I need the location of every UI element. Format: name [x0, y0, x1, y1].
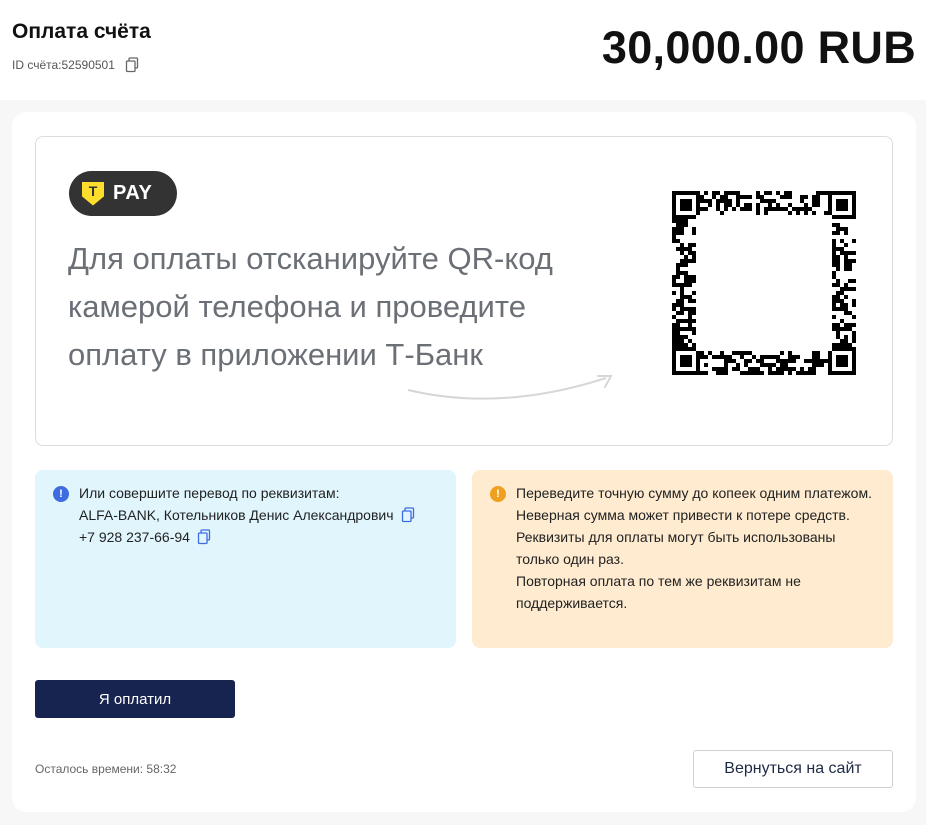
back-to-site-button[interactable]: Вернуться на сайт — [693, 750, 893, 788]
warning-line-no-repeat: Повторная оплата по тем же реквизитам не… — [516, 573, 801, 611]
paid-button[interactable]: Я оплатил — [35, 680, 235, 718]
copy-icon[interactable] — [125, 57, 139, 73]
arrow-right-curved-icon — [407, 375, 613, 400]
details-phone-row: +7 928 237-66-94 — [79, 526, 440, 548]
qr-instruction: Для оплаты отсканируйте QR-код камерой т… — [68, 241, 553, 372]
invoice-id-label: ID счёта: — [12, 58, 62, 72]
info-icon: ! — [53, 486, 69, 502]
bank-details-text: Или совершите перевод по реквизитам: ALF… — [79, 482, 440, 548]
details-phone: +7 928 237-66-94 — [79, 529, 190, 545]
details-recipient-row: ALFA-BANK, Котельников Денис Александров… — [79, 504, 440, 526]
bank-details-box: ! Или совершите перевод по реквизитам: A… — [35, 470, 456, 648]
copy-icon[interactable] — [197, 529, 211, 545]
invoice-id-row: ID счёта: 52590501 — [12, 57, 139, 73]
payment-amount: 30,000.00 RUB — [601, 22, 916, 73]
time-remaining: Осталось времени: 58:32 — [35, 762, 176, 776]
warning-line-single-use: Реквизиты для оплаты могут быть использо… — [516, 529, 836, 567]
warning-icon: ! — [490, 486, 506, 502]
tpay-logo: Т PAY — [69, 171, 177, 216]
warning-line-loss: Неверная сумма может привести к потере с… — [516, 507, 850, 523]
warning-text: Переведите точную сумму до копеек одним … — [516, 482, 877, 614]
qr-code — [672, 191, 856, 375]
qr-panel: Т PAY Для оплаты отсканируйте QR-код кам… — [35, 136, 893, 446]
warning-box: ! Переведите точную сумму до копеек одни… — [472, 470, 893, 648]
tpay-text: PAY — [113, 182, 153, 204]
page-header: Оплата счёта ID счёта: 52590501 30,000.0… — [0, 0, 926, 100]
tpay-letter: Т — [88, 182, 98, 199]
warning-line-exact-amount: Переведите точную сумму до копеек одним … — [516, 485, 872, 501]
page-title: Оплата счёта — [12, 20, 151, 43]
details-recipient: ALFA-BANK, Котельников Денис Александров… — [79, 507, 394, 523]
invoice-id-value: 52590501 — [61, 58, 115, 72]
time-remaining-value: 58:32 — [146, 762, 177, 776]
details-intro: Или совершите перевод по реквизитам: — [79, 485, 340, 501]
tpay-shield-icon: Т — [82, 181, 104, 206]
payment-card: Т PAY Для оплаты отсканируйте QR-код кам… — [12, 112, 916, 812]
copy-icon[interactable] — [401, 507, 415, 523]
time-remaining-label: Осталось времени: — [35, 762, 144, 776]
